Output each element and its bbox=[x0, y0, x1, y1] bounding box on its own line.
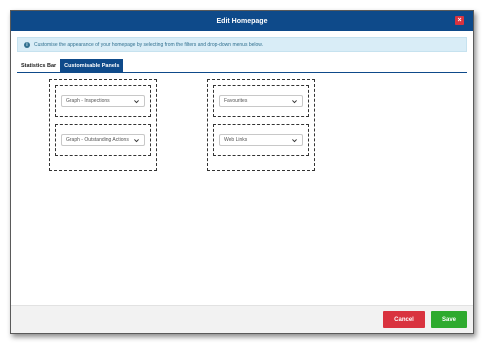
panel-slot: Favourites bbox=[213, 85, 309, 117]
panel-select[interactable]: Web Links bbox=[219, 134, 303, 146]
tab-customisable-panels[interactable]: Customisable Panels bbox=[60, 59, 124, 72]
panel-slot: Graph - Outstanding Actions bbox=[55, 124, 151, 156]
panel-select-value: Web Links bbox=[224, 137, 248, 143]
info-text: Customise the appearance of your homepag… bbox=[34, 41, 264, 48]
info-banner: i Customise the appearance of your homep… bbox=[17, 37, 467, 52]
edit-homepage-dialog: Edit Homepage × i Customise the appearan… bbox=[10, 10, 474, 334]
close-icon[interactable]: × bbox=[455, 16, 464, 25]
panel-group-left: Graph - Inspections Graph - Outstanding … bbox=[49, 79, 157, 171]
chevron-down-icon bbox=[134, 99, 139, 103]
dialog-titlebar: Edit Homepage × bbox=[11, 11, 473, 31]
dialog-footer: Cancel Save bbox=[11, 305, 473, 333]
panel-select-value: Favourites bbox=[224, 98, 248, 104]
save-button[interactable]: Save bbox=[431, 311, 467, 328]
panel-select-value: Graph - Outstanding Actions bbox=[66, 137, 129, 143]
dialog-title: Edit Homepage bbox=[216, 17, 268, 25]
panel-select[interactable]: Graph - Outstanding Actions bbox=[61, 134, 145, 146]
panel-group-right: Favourites Web Links bbox=[207, 79, 315, 171]
panel-select-value: Graph - Inspections bbox=[66, 98, 110, 104]
cancel-button[interactable]: Cancel bbox=[383, 311, 425, 328]
tab-statistics-bar[interactable]: Statistics Bar bbox=[17, 59, 60, 72]
chevron-down-icon bbox=[134, 138, 139, 142]
panel-select[interactable]: Favourites bbox=[219, 95, 303, 107]
panel-slot: Web Links bbox=[213, 124, 309, 156]
info-icon: i bbox=[24, 41, 30, 48]
tab-bar: Statistics Bar Customisable Panels bbox=[17, 59, 467, 73]
chevron-down-icon bbox=[292, 138, 297, 142]
panel-slot: Graph - Inspections bbox=[55, 85, 151, 117]
panel-select[interactable]: Graph - Inspections bbox=[61, 95, 145, 107]
chevron-down-icon bbox=[292, 99, 297, 103]
